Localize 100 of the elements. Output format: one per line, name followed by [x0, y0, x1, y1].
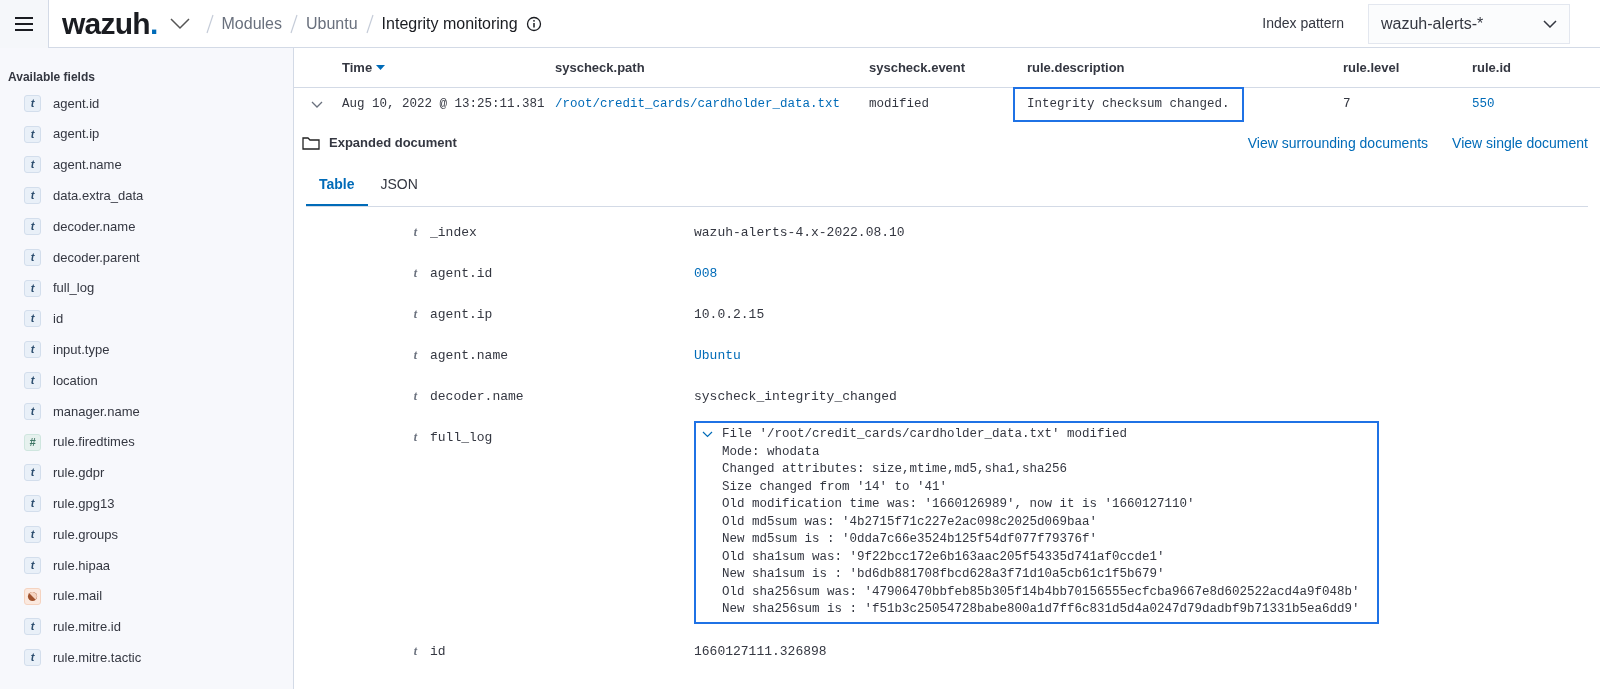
log-line: Old modification time was: '1660126989', now it is '1660127110' [722, 496, 1195, 513]
document-link[interactable]: View surrounding documents [1247, 132, 1429, 154]
field-type-icon: t [24, 372, 41, 390]
log-line: Mode: whodata [722, 443, 820, 461]
column-header[interactable]: rule.level [1335, 57, 1464, 78]
field-name: id [430, 642, 447, 661]
index-pattern-label: Index pattern [1262, 14, 1344, 33]
breadcrumb-separator [290, 13, 298, 34]
field-item[interactable]: t agent.name [0, 149, 293, 181]
field-item[interactable]: t rule.gdpr [0, 457, 293, 489]
field-item[interactable]: t rule.groups [0, 519, 293, 550]
index-pattern-dropdown[interactable]: wazuh-alerts-* [1368, 3, 1570, 44]
column-header[interactable]: syscheck.event [861, 57, 1019, 78]
field-name: decoder.name [430, 388, 525, 406]
column-header[interactable]: Time [334, 57, 547, 78]
boolean-type-icon [24, 587, 41, 605]
menu-icon [15, 16, 33, 31]
field-type-icon: t [294, 641, 430, 660]
log-line: New sha1sum is : 'bd6db881708fbcd628a3f71d10a5cb61c1f5b679' [722, 566, 1165, 583]
table-cell-text: modified [868, 96, 930, 114]
field-type-icon: t [24, 279, 41, 297]
field-item[interactable]: t location [0, 365, 293, 396]
field-type-icon: t [294, 387, 430, 405]
field-type-icon: # [24, 433, 41, 451]
field-type-icon: t [24, 618, 41, 636]
tab[interactable]: JSON [367, 165, 431, 206]
field-type-icon: t [24, 402, 41, 420]
field-type-icon: t [294, 428, 430, 446]
log-line: Size changed from '14' to '41' [722, 478, 948, 496]
log-line: Old sha1sum was: '9f22bcc172e6b163aac205f54335d741af0ccde1' [722, 548, 1165, 566]
field-item[interactable]: t manager.name [0, 395, 293, 427]
field-value: 10.0.2.15 [694, 306, 765, 324]
breadcrumb[interactable]: Modules [221, 11, 282, 36]
menu-button[interactable] [0, 0, 49, 48]
column-header[interactable]: rule.id [1464, 57, 1564, 78]
field-name: agent.id [430, 265, 494, 283]
field-type-icon: t [24, 495, 41, 513]
table-link[interactable]: /root/credit_cards/cardholder_data.txt [547, 95, 849, 114]
breadcrumb-separator [365, 13, 374, 34]
field-type-icon: t [24, 187, 41, 205]
field-item[interactable]: t decoder.name [0, 211, 293, 242]
log-line: File '/root/credit_cards/cardholder_data.txt' modified [722, 426, 1128, 443]
field-value: syscheck_integrity_changed [694, 388, 897, 406]
expanded-document-title: Expanded document [329, 134, 457, 153]
field-type-icon: t [24, 310, 41, 328]
field-item[interactable]: t agent.id [0, 88, 293, 119]
field-item[interactable]: t id [0, 303, 293, 335]
document-link[interactable]: View single document [1452, 132, 1588, 154]
log-line: Old md5sum was: '4b2715f71c227e2ac098c2025d069baa' [722, 513, 1098, 531]
log-line: Old sha256sum was: '47906470bbfeb85b305f14b4bb70156555ecfcba9667e8d602522acd4a9f048b' [722, 583, 1360, 601]
table-cell-text: 7 [1342, 96, 1352, 114]
chevron-down-icon [311, 100, 323, 109]
field-value-link[interactable]: Ubuntu [694, 346, 741, 366]
breadcrumb-separator [205, 13, 214, 34]
chevron-down-icon[interactable] [169, 17, 190, 30]
column-header[interactable]: rule.description [1019, 57, 1335, 78]
log-line: New sha256sum is : 'f51b3c25054728babe800a1d7ff6c831d5d4a0247d79dadbf9b71331b5ea6dd9' [722, 601, 1360, 618]
breadcrumb[interactable]: Ubuntu [306, 11, 358, 36]
field-value: wazuh-alerts-4.x-2022.08.10 [694, 224, 905, 242]
section-title: Available fields [7, 69, 96, 86]
table-cell-text: Aug 10, 2022 @ 13:25:11.381 [341, 96, 546, 114]
field-type-icon: t [24, 248, 41, 266]
folder-icon [302, 136, 320, 150]
field-type-icon: t [294, 346, 430, 364]
field-item[interactable]: t rule.hipaa [0, 549, 293, 581]
field-item[interactable]: # rule.firedtimes [0, 426, 293, 458]
field-item[interactable]: t agent.ip [0, 118, 293, 150]
field-item[interactable]: t rule.gpg13 [0, 488, 293, 520]
field-item[interactable]: t full_log [0, 272, 293, 304]
field-type-icon: t [24, 464, 41, 482]
field-name: agent.ip [430, 306, 494, 324]
field-item[interactable]: t data.extra_data [0, 180, 293, 212]
info-icon[interactable] [525, 15, 542, 32]
field-name: agent.name [430, 347, 509, 365]
field-type-icon: t [24, 94, 41, 112]
field-type-icon: t [24, 125, 41, 143]
tab[interactable]: Table [306, 165, 368, 206]
field-item[interactable]: rule.mail [0, 580, 293, 612]
field-value-link[interactable]: 008 [694, 264, 718, 284]
field-name: _index [430, 224, 478, 242]
table-link[interactable]: 550 [1464, 95, 1503, 114]
field-type-icon: t [24, 556, 41, 574]
log-line: Changed attributes: size,mtime,md5,sha1,sha256 [722, 461, 1068, 478]
field-item[interactable]: t decoder.parent [0, 242, 293, 273]
field-type-icon: t [24, 526, 41, 544]
field-type-icon: t [294, 264, 430, 282]
field-value: 1660127111.326898 [694, 642, 827, 661]
field-type-icon: t [24, 218, 41, 236]
field-item[interactable]: t rule.mitre.id [0, 611, 293, 643]
logo[interactable]: wazuh. [62, 8, 158, 39]
field-name: full_log [430, 429, 494, 447]
chevron-down-icon [1543, 19, 1557, 28]
field-type-icon: t [24, 156, 41, 174]
field-type-icon: t [24, 341, 41, 359]
field-item[interactable]: t input.type [0, 334, 293, 366]
column-header[interactable]: syscheck.path [547, 57, 861, 78]
field-item[interactable]: t rule.mitre.tactic [0, 642, 293, 674]
breadcrumb: Integrity monitoring [381, 13, 518, 34]
field-type-icon: t [294, 305, 430, 323]
table-cell: Integrity checksum changed. [1013, 87, 1244, 122]
